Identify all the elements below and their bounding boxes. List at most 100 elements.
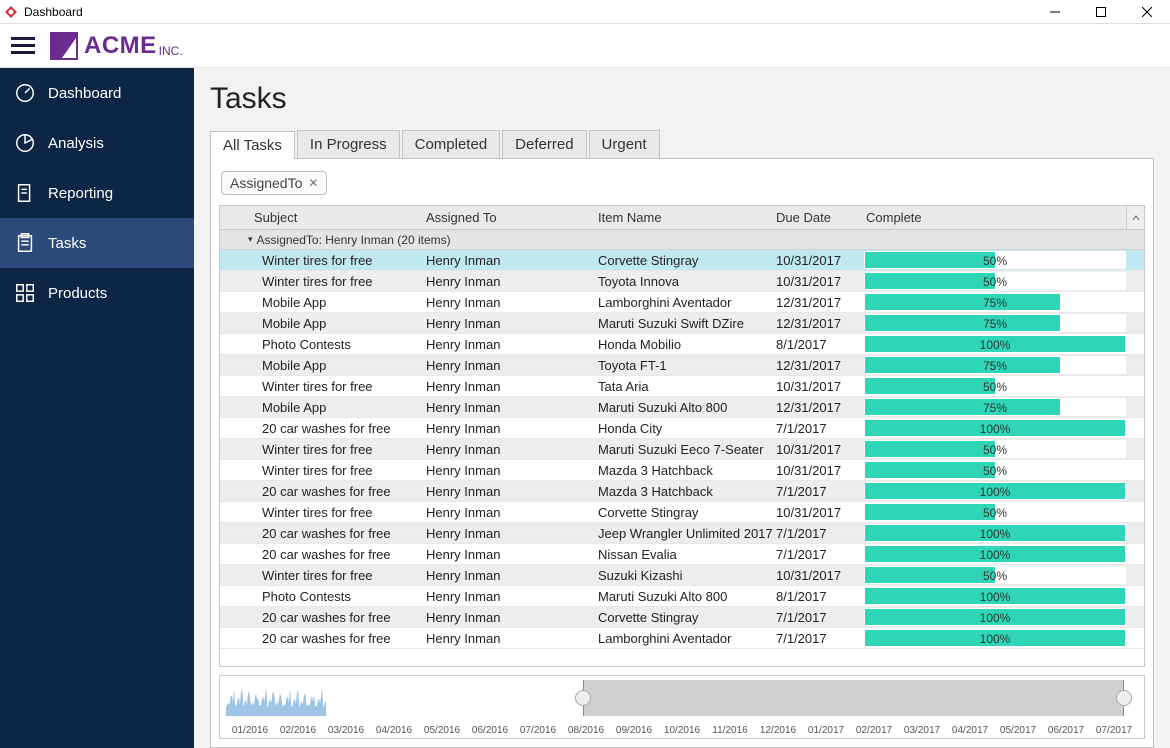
sidebar-item-label: Reporting bbox=[48, 185, 113, 202]
col-header-subject[interactable]: Subject bbox=[248, 210, 426, 225]
timeline-tick: 08/2016 bbox=[562, 725, 610, 736]
gauge-icon bbox=[14, 82, 36, 104]
table-row[interactable]: Winter tires for freeHenry InmanMazda 3 … bbox=[220, 460, 1144, 481]
table-row[interactable]: Mobile AppHenry InmanMaruti Suzuki Alto … bbox=[220, 397, 1144, 418]
expand-icon: ▾ bbox=[248, 234, 253, 245]
timeline-tick: 01/2016 bbox=[226, 725, 274, 736]
progress-bar: 100% bbox=[864, 419, 1126, 437]
col-header-due[interactable]: Due Date bbox=[776, 210, 864, 225]
page-title: Tasks bbox=[210, 82, 1154, 116]
timeline-tick: 04/2016 bbox=[370, 725, 418, 736]
table-row[interactable]: Mobile AppHenry InmanMaruti Suzuki Swift… bbox=[220, 313, 1144, 334]
group-row[interactable]: ▾ AssignedTo: Henry Inman (20 items) bbox=[220, 230, 1144, 250]
content-area: Tasks All TasksIn ProgressCompletedDefer… bbox=[194, 68, 1170, 748]
app-icon bbox=[4, 5, 18, 19]
timeline-selection[interactable] bbox=[583, 680, 1123, 716]
grid-icon bbox=[14, 282, 36, 304]
timeline-tick: 02/2017 bbox=[850, 725, 898, 736]
timeline-tick: 03/2017 bbox=[898, 725, 946, 736]
table-row[interactable]: Winter tires for freeHenry InmanToyota I… bbox=[220, 271, 1144, 292]
table-row[interactable]: Mobile AppHenry InmanLamborghini Aventad… bbox=[220, 292, 1144, 313]
table-row[interactable]: Photo ContestsHenry InmanHonda Mobilio8/… bbox=[220, 334, 1144, 355]
progress-bar: 100% bbox=[864, 482, 1126, 500]
timeline-tick: 06/2016 bbox=[466, 725, 514, 736]
sidebar-item-tasks[interactable]: Tasks bbox=[0, 218, 194, 268]
tab-urgent[interactable]: Urgent bbox=[589, 130, 660, 158]
timeline-tick: 01/2017 bbox=[802, 725, 850, 736]
table-row[interactable]: Winter tires for freeHenry InmanMaruti S… bbox=[220, 439, 1144, 460]
progress-bar: 75% bbox=[864, 398, 1126, 416]
table-row[interactable]: Winter tires for freeHenry InmanCorvette… bbox=[220, 250, 1144, 271]
brand-suffix: INC. bbox=[159, 44, 183, 60]
filter-chip-assignedto[interactable]: AssignedTo ✕ bbox=[221, 171, 327, 195]
timeline-tick: 04/2017 bbox=[946, 725, 994, 736]
tab-completed[interactable]: Completed bbox=[402, 130, 501, 158]
filter-chip-label: AssignedTo bbox=[230, 175, 302, 191]
hamburger-menu[interactable] bbox=[8, 31, 38, 61]
group-label: AssignedTo: Henry Inman (20 items) bbox=[257, 233, 451, 247]
progress-bar: 50% bbox=[864, 461, 1126, 479]
table-row[interactable]: 20 car washes for freeHenry InmanNissan … bbox=[220, 544, 1144, 565]
minimize-button[interactable] bbox=[1032, 0, 1078, 24]
table-row[interactable]: Photo ContestsHenry InmanMaruti Suzuki A… bbox=[220, 586, 1144, 607]
timeline-tick: 07/2016 bbox=[514, 725, 562, 736]
table-row[interactable]: 20 car washes for freeHenry InmanLamborg… bbox=[220, 628, 1144, 649]
sidebar-item-products[interactable]: Products bbox=[0, 268, 194, 318]
progress-bar: 100% bbox=[864, 629, 1126, 647]
sidebar-item-label: Analysis bbox=[48, 135, 104, 152]
sidebar-item-label: Tasks bbox=[48, 235, 86, 252]
col-header-item[interactable]: Item Name bbox=[598, 210, 776, 225]
table-row[interactable]: Winter tires for freeHenry InmanCorvette… bbox=[220, 502, 1144, 523]
sidebar-item-reporting[interactable]: Reporting bbox=[0, 168, 194, 218]
progress-bar: 50% bbox=[864, 272, 1126, 290]
tab-deferred[interactable]: Deferred bbox=[502, 130, 586, 158]
col-header-assigned[interactable]: Assigned To bbox=[426, 210, 598, 225]
window-title: Dashboard bbox=[22, 5, 1032, 19]
timeline-tick: 05/2017 bbox=[994, 725, 1042, 736]
maximize-button[interactable] bbox=[1078, 0, 1124, 24]
sidebar-item-dashboard[interactable]: Dashboard bbox=[0, 68, 194, 118]
timeline-handle-end[interactable] bbox=[1116, 690, 1132, 706]
titlebar: Dashboard bbox=[0, 0, 1170, 24]
tabs: All TasksIn ProgressCompletedDeferredUrg… bbox=[210, 130, 1154, 159]
close-button[interactable] bbox=[1124, 0, 1170, 24]
sidebar-item-analysis[interactable]: Analysis bbox=[0, 118, 194, 168]
remove-chip-icon[interactable]: ✕ bbox=[308, 176, 318, 190]
table-row[interactable]: 20 car washes for freeHenry InmanCorvett… bbox=[220, 607, 1144, 628]
sidebar-item-label: Dashboard bbox=[48, 85, 121, 102]
scroll-up-icon[interactable] bbox=[1126, 206, 1144, 229]
table-row[interactable]: 20 car washes for freeHenry InmanHonda C… bbox=[220, 418, 1144, 439]
progress-bar: 75% bbox=[864, 356, 1126, 374]
timeline-tick: 10/2016 bbox=[658, 725, 706, 736]
table-row[interactable]: Mobile AppHenry InmanToyota FT-112/31/20… bbox=[220, 355, 1144, 376]
timeline-tick: 06/2017 bbox=[1042, 725, 1090, 736]
progress-bar: 100% bbox=[864, 335, 1126, 353]
tab-in-progress[interactable]: In Progress bbox=[297, 130, 400, 158]
progress-bar: 100% bbox=[864, 524, 1126, 542]
tab-all-tasks[interactable]: All Tasks bbox=[210, 131, 295, 159]
brand-logo: ACME INC. bbox=[50, 32, 183, 60]
grid-header: Subject Assigned To Item Name Due Date C… bbox=[220, 206, 1144, 230]
sidebar-item-label: Products bbox=[48, 285, 107, 302]
table-row[interactable]: 20 car washes for freeHenry InmanMazda 3… bbox=[220, 481, 1144, 502]
document-icon bbox=[14, 182, 36, 204]
filter-bar: AssignedTo ✕ bbox=[219, 167, 1145, 199]
timeline-sparkline bbox=[226, 680, 326, 716]
table-row[interactable]: 20 car washes for freeHenry InmanJeep Wr… bbox=[220, 523, 1144, 544]
timeline-tick: 09/2016 bbox=[610, 725, 658, 736]
progress-bar: 100% bbox=[864, 587, 1126, 605]
progress-bar: 50% bbox=[864, 503, 1126, 521]
timeline-labels: 01/201602/201603/201604/201605/201606/20… bbox=[226, 725, 1138, 736]
piechart-icon bbox=[14, 132, 36, 154]
progress-bar: 100% bbox=[864, 545, 1126, 563]
col-header-complete[interactable]: Complete bbox=[864, 210, 1126, 225]
clipboard-icon bbox=[14, 232, 36, 254]
timeline-tick: 02/2016 bbox=[274, 725, 322, 736]
timeline[interactable]: 01/201602/201603/201604/201605/201606/20… bbox=[219, 675, 1145, 739]
grid-body[interactable]: ▾ AssignedTo: Henry Inman (20 items) Winte… bbox=[220, 230, 1144, 666]
table-row[interactable]: Winter tires for freeHenry InmanSuzuki K… bbox=[220, 565, 1144, 586]
sidebar: Dashboard Analysis Reporting Tasks Produ… bbox=[0, 68, 194, 748]
tab-panel: AssignedTo ✕ Subject Assigned To Item Na… bbox=[210, 159, 1154, 748]
timeline-tick: 07/2017 bbox=[1090, 725, 1138, 736]
table-row[interactable]: Winter tires for freeHenry InmanTata Ari… bbox=[220, 376, 1144, 397]
